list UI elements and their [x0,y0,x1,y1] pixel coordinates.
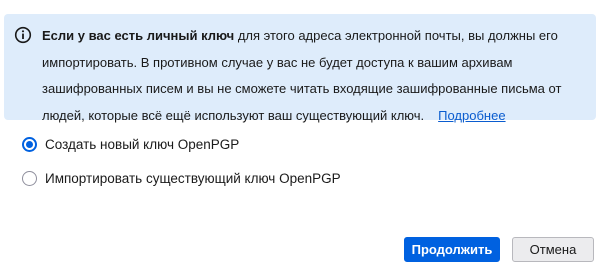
notice-message: Если у вас есть личный ключ для этого ад… [42,28,561,123]
import-key-radio[interactable] [22,171,37,186]
continue-button[interactable]: Продолжить [404,237,500,262]
notice-bold-text: Если у вас есть личный ключ [42,28,235,43]
cancel-button[interactable]: Отмена [512,237,594,262]
create-key-radio[interactable] [22,137,37,152]
learn-more-link[interactable]: Подробнее [438,108,505,123]
info-icon [14,26,32,44]
create-key-option[interactable]: Создать новый ключ OpenPGP [22,137,239,152]
create-key-label: Создать новый ключ OpenPGP [45,137,240,152]
info-notice: Если у вас есть личный ключ для этого ад… [4,14,596,123]
import-key-label: Импортировать существующий ключ OpenPGP [45,171,341,186]
import-key-option[interactable]: Импортировать существующий ключ OpenPGP [22,171,341,186]
